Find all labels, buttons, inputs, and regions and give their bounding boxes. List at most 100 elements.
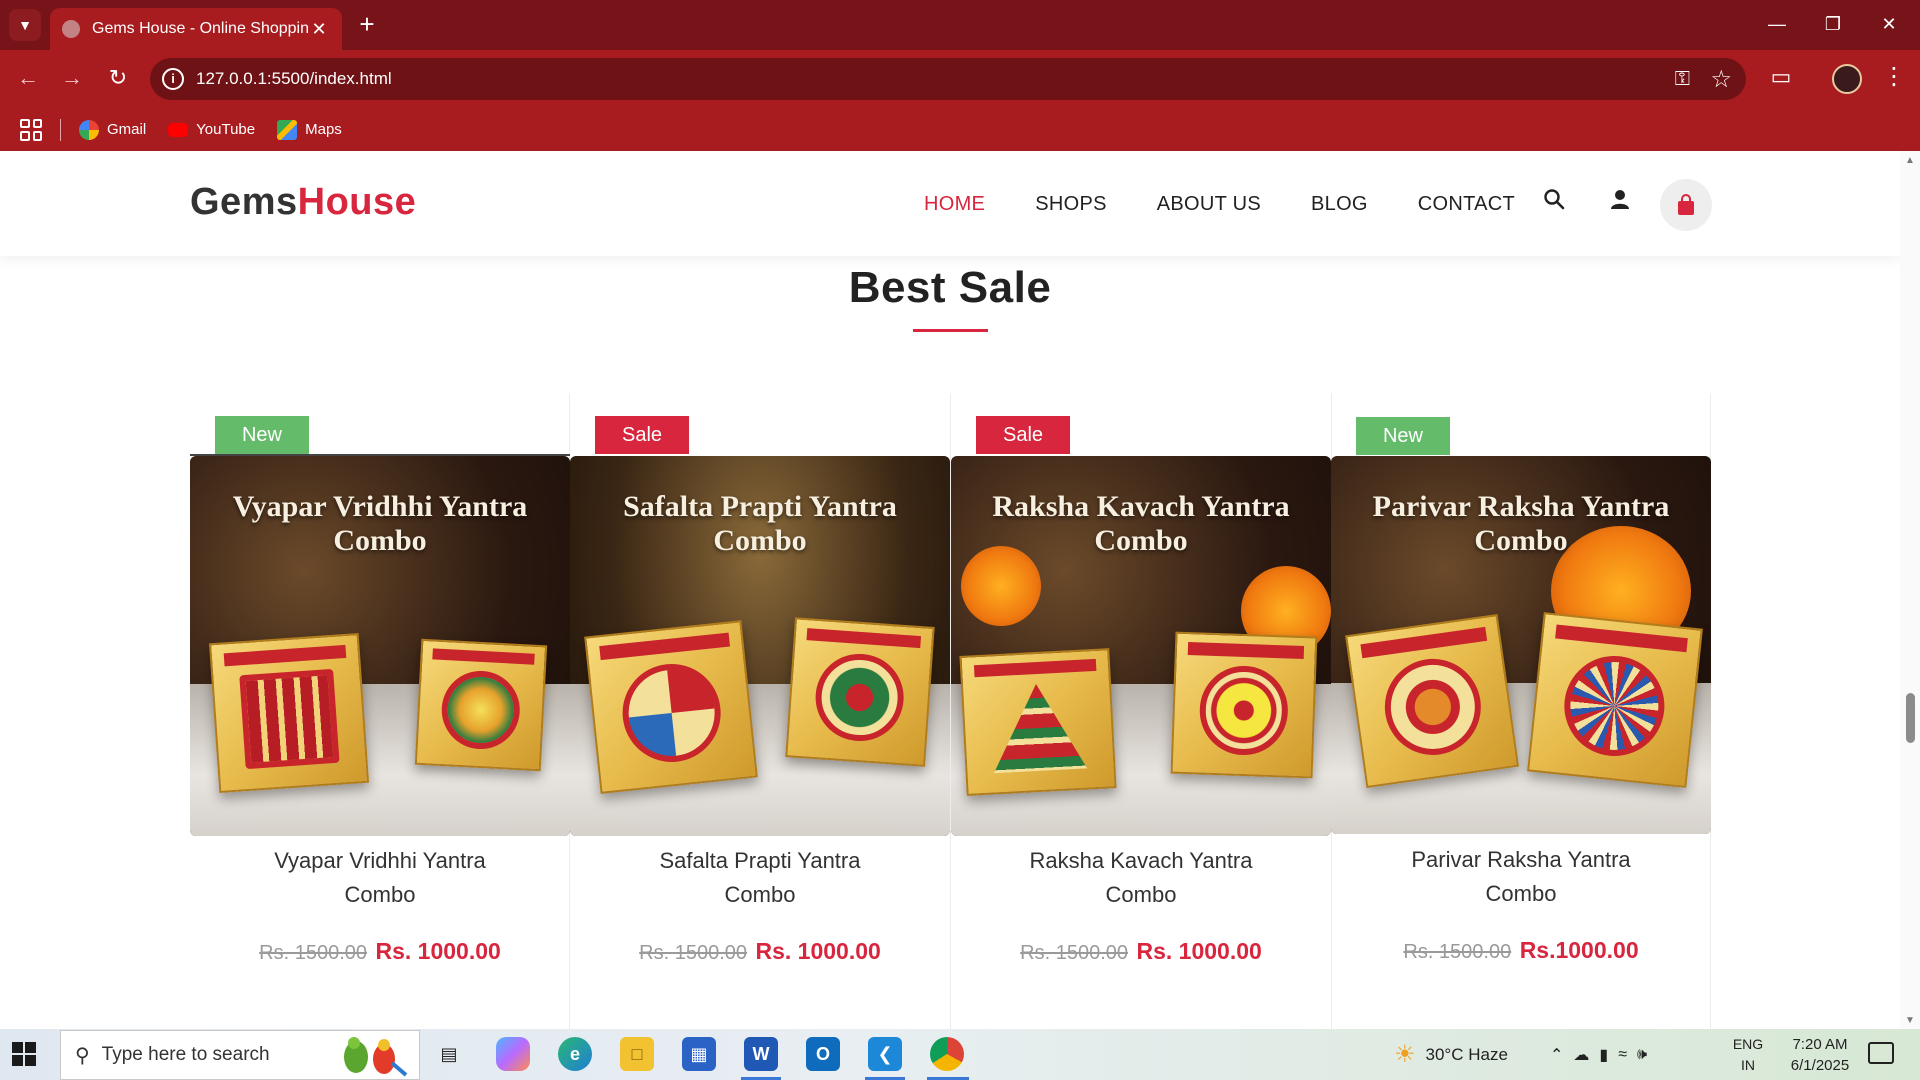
volume-icon[interactable]: 🕪 <box>1637 1046 1657 1064</box>
nav-home[interactable]: HOME <box>924 193 985 216</box>
section-title: Best Sale <box>848 263 1052 312</box>
new-price: Rs. 1000.00 <box>1136 938 1262 964</box>
taskbar: ⚲ Type here to search ▤ e □ ▦ W O ❮ ☀ 30… <box>0 1029 1920 1080</box>
minimize-button[interactable]: — <box>1752 8 1802 40</box>
scroll-down-arrow[interactable]: ▼ <box>1904 1015 1916 1026</box>
browser-toolbar: ← → ↻ i 127.0.0.1:5500/index.html ⚿ ☆ ▭ … <box>0 50 1920 108</box>
browser-menu-icon[interactable]: ⋮ <box>1882 62 1906 91</box>
taskbar-search-placeholder: Type here to search <box>101 1044 270 1065</box>
globe-icon <box>62 20 80 38</box>
tab-title: Gems House - Online Shopping <box>92 20 308 37</box>
google-icon <box>79 119 99 140</box>
task-view-icon[interactable]: ▤ <box>432 1037 466 1071</box>
bookmark-label: Maps <box>305 121 342 138</box>
clock[interactable]: 7:20 AM 6/1/2025 <box>1770 1034 1870 1076</box>
close-tab-icon[interactable]: ✕ <box>308 19 330 40</box>
browser-chrome: ▼ Gems House - Online Shopping ✕ + — ❐ ✕… <box>0 0 1920 151</box>
tab-active[interactable]: Gems House - Online Shopping ✕ <box>50 8 342 50</box>
bookmark-label: Gmail <box>107 121 147 138</box>
bookmark-gmail[interactable]: Gmail <box>79 119 147 140</box>
product-image[interactable]: Vyapar Vridhhi Yantra Combo <box>190 456 570 836</box>
url-text[interactable]: 127.0.0.1:5500/index.html <box>196 69 392 89</box>
bookmark-maps[interactable]: Maps <box>277 119 342 140</box>
old-price: Rs. 1500.00 <box>1403 941 1512 963</box>
reload-button[interactable]: ↻ <box>102 62 134 94</box>
edge-icon[interactable]: e <box>558 1037 592 1071</box>
old-price: Rs. 1500.00 <box>639 942 748 964</box>
chrome-icon[interactable] <box>930 1037 964 1071</box>
file-explorer-icon[interactable]: □ <box>620 1037 654 1071</box>
weather-text: 30°C Haze <box>1425 1044 1508 1064</box>
image-caption: Safalta Prapti Yantra Combo <box>623 490 897 557</box>
badge-new: New <box>1356 417 1450 455</box>
forward-button[interactable]: → <box>56 62 88 94</box>
badge-sale: Sale <box>595 416 689 454</box>
windows-start-icon[interactable] <box>12 1042 36 1066</box>
user-icon[interactable] <box>1600 183 1640 223</box>
page-viewport: GemsHouse HOME SHOPS ABOUT US BLOG CONTA… <box>0 151 1920 1029</box>
system-tray-icons[interactable]: ⌃ ☁ ▮ ≈ 🕪 <box>1550 1029 1657 1080</box>
scroll-thumb[interactable] <box>1906 693 1915 743</box>
old-price: Rs. 1500.00 <box>1020 942 1129 964</box>
search-icon[interactable] <box>1534 183 1574 223</box>
tab-strip: ▼ Gems House - Online Shopping ✕ + — ❐ ✕ <box>0 0 1920 50</box>
product-name[interactable]: Parivar Raksha Yantra Combo <box>1351 843 1691 911</box>
badge-new: New <box>215 416 309 454</box>
product-image[interactable]: Raksha Kavach Yantra Combo <box>951 456 1331 836</box>
vscode-icon[interactable]: ❮ <box>868 1037 902 1071</box>
close-window-button[interactable]: ✕ <box>1864 8 1914 40</box>
shopping-bag-icon <box>1678 194 1694 215</box>
product-name[interactable]: Raksha Kavach Yantra Combo <box>971 844 1311 912</box>
scroll-up-arrow[interactable]: ▲ <box>1904 155 1916 166</box>
youtube-icon <box>168 122 189 137</box>
title-underline <box>913 329 988 332</box>
site-header: GemsHouse HOME SHOPS ABOUT US BLOG CONTA… <box>0 151 1900 256</box>
site-logo[interactable]: GemsHouse <box>190 181 416 224</box>
product-name[interactable]: Vyapar Vridhhi Yantra Combo <box>210 844 550 912</box>
back-button[interactable]: ← <box>12 62 44 94</box>
maps-icon <box>277 119 298 140</box>
search-icon: ⚲ <box>75 1044 90 1067</box>
tab-search-button[interactable]: ▼ <box>9 9 41 41</box>
copilot-icon[interactable] <box>496 1037 530 1071</box>
bookmark-youtube[interactable]: YouTube <box>168 121 255 138</box>
logo-text-house: House <box>297 181 417 223</box>
extensions-icon[interactable]: ▭ <box>1766 64 1796 94</box>
word-icon[interactable]: W <box>744 1037 778 1071</box>
bookmarks-bar: Gmail YouTube Maps <box>0 108 1920 151</box>
language-indicator[interactable]: ENG IN <box>1730 1034 1766 1076</box>
old-price: Rs. 1500.00 <box>259 942 368 964</box>
microsoft-store-icon[interactable]: ▦ <box>682 1037 716 1071</box>
nav-about-us[interactable]: ABOUT US <box>1157 193 1261 216</box>
cart-button[interactable] <box>1660 179 1712 231</box>
password-key-icon[interactable]: ⚿ <box>1675 68 1690 91</box>
nav-shops[interactable]: SHOPS <box>1035 193 1107 216</box>
profile-avatar[interactable] <box>1832 64 1862 94</box>
tray-network-icon[interactable]: ☁ <box>1573 1045 1599 1065</box>
restore-button[interactable]: ❐ <box>1808 8 1858 40</box>
image-caption: Vyapar Vridhhi Yantra Combo <box>232 490 528 557</box>
page-scrollbar[interactable]: ▲ ▼ <box>1900 151 1920 1029</box>
bookmark-star-icon[interactable]: ☆ <box>1710 65 1732 94</box>
product-image[interactable]: Parivar Raksha Yantra Combo <box>1331 456 1711 834</box>
site-info-icon[interactable]: i <box>162 68 184 90</box>
apps-grid-icon[interactable] <box>20 118 42 141</box>
nav-blog[interactable]: BLOG <box>1311 193 1368 216</box>
new-tab-button[interactable]: + <box>352 10 382 40</box>
address-bar[interactable]: i 127.0.0.1:5500/index.html ⚿ ☆ <box>150 58 1746 100</box>
product-price: Rs. 1500.00 Rs. 1000.00 <box>951 938 1331 965</box>
product-image[interactable]: Safalta Prapti Yantra Combo <box>570 456 950 836</box>
new-price: Rs.1000.00 <box>1519 937 1639 963</box>
notification-center-icon[interactable] <box>1868 1042 1894 1064</box>
weather-widget[interactable]: ☀ 30°C Haze <box>1394 1029 1508 1080</box>
weather-sun-icon: ☀ <box>1394 1041 1416 1068</box>
nav-contact[interactable]: CONTACT <box>1418 193 1515 216</box>
outlook-icon[interactable]: O <box>806 1037 840 1071</box>
image-caption: Raksha Kavach Yantra Combo <box>992 490 1290 557</box>
tray-expand-icon[interactable]: ⌃ <box>1550 1045 1573 1065</box>
product-price: Rs. 1500.00 Rs. 1000.00 <box>190 938 570 965</box>
wifi-icon[interactable]: ≈ <box>1618 1046 1637 1064</box>
battery-icon[interactable]: ▮ <box>1599 1045 1618 1065</box>
product-name[interactable]: Safalta Prapti Yantra Combo <box>590 844 930 912</box>
badge-sale: Sale <box>976 416 1070 454</box>
